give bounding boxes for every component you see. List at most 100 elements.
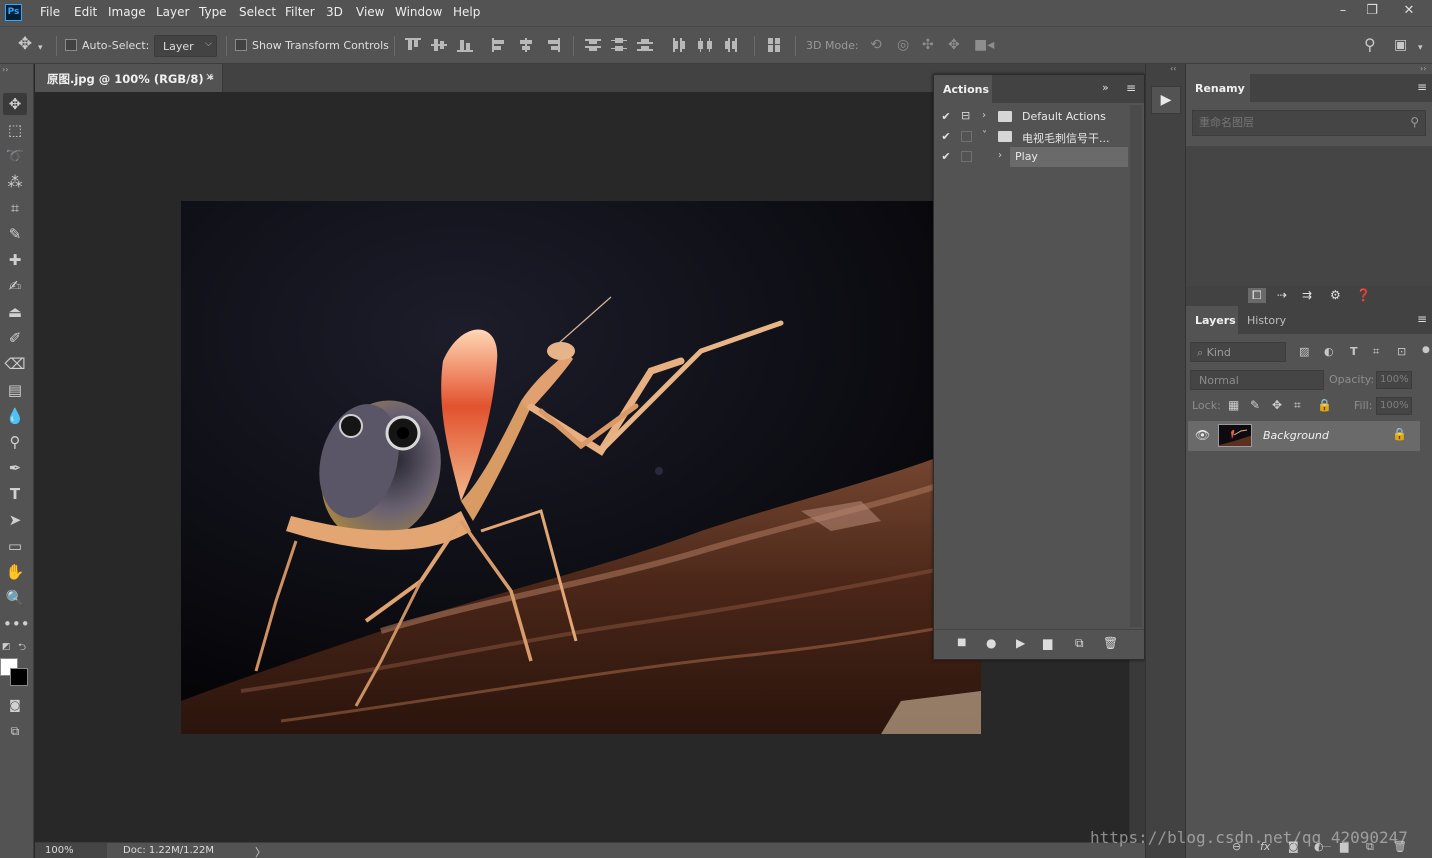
zoom-level-field[interactable]: 100% xyxy=(35,843,107,858)
action-row[interactable]: ✔ › Play xyxy=(934,147,1128,167)
menu-window[interactable]: Window xyxy=(395,5,442,19)
restore-button[interactable]: ❐ xyxy=(1357,1,1387,21)
auto-select-checkbox[interactable] xyxy=(65,39,77,51)
quick-mask-icon[interactable]: ◙ xyxy=(3,694,27,716)
close-window-button[interactable]: ✕ xyxy=(1394,1,1424,21)
collapse-chevron-icon[interactable]: ˅ xyxy=(982,130,987,141)
move-tool-icon[interactable]: ✥ xyxy=(3,93,27,115)
lock-all-icon[interactable]: 🔒 xyxy=(1317,398,1332,412)
distribute-right-edges-icon[interactable] xyxy=(724,38,740,52)
tab-layers[interactable]: Layers xyxy=(1186,306,1238,334)
path-selection-tool-icon[interactable]: ➤ xyxy=(3,509,27,531)
action-set-row[interactable]: ✔ ⊟ › Default Actions xyxy=(934,107,1128,127)
actions-scrollbar[interactable] xyxy=(1130,105,1142,627)
tab-actions[interactable]: Actions xyxy=(934,75,992,103)
help-icon[interactable]: ❓ xyxy=(1356,288,1371,302)
menu-3d[interactable]: 3D xyxy=(326,5,343,19)
menu-filter[interactable]: Filter xyxy=(285,5,315,19)
eye-visibility-icon[interactable]: 👁 xyxy=(1195,428,1210,442)
align-right-edges-icon[interactable] xyxy=(544,38,560,52)
blend-mode-select[interactable]: Normal xyxy=(1190,370,1324,390)
renamy-search-input[interactable] xyxy=(1199,116,1399,129)
eyedropper-tool-icon[interactable]: ✎ xyxy=(3,223,27,245)
move-tool-preset-icon[interactable]: ✥ xyxy=(14,36,36,53)
toggle-check-icon[interactable]: ✔ xyxy=(939,110,953,123)
orbit-3d-icon[interactable]: ⟲ xyxy=(870,37,882,53)
pen-tool-icon[interactable]: ✒ xyxy=(3,457,27,479)
lasso-tool-icon[interactable]: ➰ xyxy=(3,145,27,167)
roll-3d-icon[interactable]: ◎ xyxy=(897,37,909,53)
layer-lock-icon[interactable]: 🔒 xyxy=(1392,427,1407,441)
align-top-edges-icon[interactable] xyxy=(405,38,421,52)
menu-layer[interactable]: Layer xyxy=(156,5,189,19)
align-vertical-centers-icon[interactable] xyxy=(431,38,447,52)
tab-renamy[interactable]: Renamy xyxy=(1186,74,1250,102)
layer-row[interactable]: 👁 Background 🔒 xyxy=(1188,421,1420,451)
panel-menu-icon[interactable]: ≡ xyxy=(1417,312,1427,326)
panel-menu-icon[interactable]: ≡ xyxy=(1417,80,1427,94)
dodge-tool-icon[interactable]: ⚲ xyxy=(3,431,27,453)
new-set-icon[interactable]: ▆ xyxy=(1043,636,1052,650)
filter-type-icon[interactable]: T xyxy=(1350,345,1358,358)
document-image[interactable] xyxy=(181,201,981,734)
distribute-left-edges-icon[interactable] xyxy=(672,38,688,52)
status-menu-arrow-icon[interactable]: 〉 xyxy=(255,844,266,858)
search-icon[interactable]: ⚲ xyxy=(1364,37,1376,53)
collapse-panel-icon[interactable]: » xyxy=(1102,81,1109,94)
opacity-field[interactable]: 100% xyxy=(1376,371,1412,389)
toggle-check-icon[interactable]: ✔ xyxy=(939,130,953,143)
dialog-toggle-icon[interactable] xyxy=(961,131,972,142)
collapse-grip-icon[interactable]: ›› xyxy=(1420,64,1426,73)
scale-3d-icon[interactable]: ■◂ xyxy=(974,37,994,53)
filter-adjustment-icon[interactable]: ◐ xyxy=(1324,345,1334,358)
menu-file[interactable]: File xyxy=(40,5,60,19)
workspace-dropdown-icon[interactable]: ▾ xyxy=(1418,40,1423,56)
lock-position-icon[interactable]: ✥ xyxy=(1272,398,1282,412)
lock-image-icon[interactable]: ✎ xyxy=(1250,398,1260,412)
gear-icon[interactable]: ⚙ xyxy=(1330,288,1341,302)
filter-pixel-icon[interactable]: ▨ xyxy=(1299,345,1309,358)
filter-toggle-icon[interactable]: ● xyxy=(1422,345,1430,355)
close-icon[interactable]: × xyxy=(205,70,214,83)
healing-brush-tool-icon[interactable]: ✚ xyxy=(3,249,27,271)
auto-align-layers-icon[interactable] xyxy=(767,38,783,52)
menu-view[interactable]: View xyxy=(356,5,384,19)
record-icon[interactable]: ● xyxy=(986,636,996,650)
collapse-grip-icon[interactable]: ‹‹ xyxy=(1170,64,1176,73)
expand-chevron-icon[interactable]: › xyxy=(998,150,1002,161)
type-tool-icon[interactable]: T xyxy=(3,483,27,505)
play-icon[interactable]: ▶ xyxy=(1016,636,1025,650)
panel-menu-icon[interactable]: ≡ xyxy=(1126,81,1136,95)
align-left-edges-icon[interactable] xyxy=(492,38,508,52)
magic-wand-tool-icon[interactable]: ⁂ xyxy=(3,171,27,193)
toggle-check-icon[interactable]: ✔ xyxy=(939,150,953,163)
show-transform-checkbox[interactable] xyxy=(235,39,247,51)
eraser-tool-icon[interactable]: ⌫ xyxy=(3,353,27,375)
renamy-search-field[interactable]: ⚲ xyxy=(1192,110,1426,136)
gradient-tool-icon[interactable]: ▤ xyxy=(3,379,27,401)
document-tab[interactable]: 原图.jpg @ 100% (RGB/8) * × xyxy=(35,64,223,92)
menu-help[interactable]: Help xyxy=(453,5,480,19)
menu-edit[interactable]: Edit xyxy=(74,5,97,19)
stop-icon[interactable]: ■ xyxy=(957,637,966,648)
distribute-bottom-edges-icon[interactable] xyxy=(637,38,653,52)
dialog-toggle-icon[interactable] xyxy=(961,151,972,162)
action-set-row[interactable]: ✔ ˅ 电视毛刺信号干... xyxy=(934,127,1128,147)
delete-icon[interactable]: 🗑 xyxy=(1103,636,1118,650)
zoom-tool-icon[interactable]: 🔍 xyxy=(3,587,27,609)
align-bottom-edges-icon[interactable] xyxy=(457,38,473,52)
swap-colors-icon[interactable]: ⮌ xyxy=(18,640,26,657)
expand-chevron-icon[interactable]: › xyxy=(982,110,986,121)
pan-3d-icon[interactable]: ✣ xyxy=(922,37,934,53)
brush-tool-icon[interactable]: ✍ xyxy=(3,275,27,297)
menu-select[interactable]: Select xyxy=(239,5,276,19)
screen-mode-icon[interactable]: ⧉ xyxy=(3,720,27,742)
align-horizontal-centers-icon[interactable] xyxy=(518,38,534,52)
blur-tool-icon[interactable]: 💧 xyxy=(3,405,27,427)
actions-panel-icon[interactable]: ▶ xyxy=(1151,86,1181,114)
double-arrow-icon[interactable]: ⇉ xyxy=(1302,288,1312,302)
more-tools-icon[interactable]: ••• xyxy=(3,613,30,635)
background-color-swatch[interactable] xyxy=(10,668,28,686)
slide-3d-icon[interactable]: ✥ xyxy=(948,37,960,53)
tab-history[interactable]: History xyxy=(1238,306,1294,334)
